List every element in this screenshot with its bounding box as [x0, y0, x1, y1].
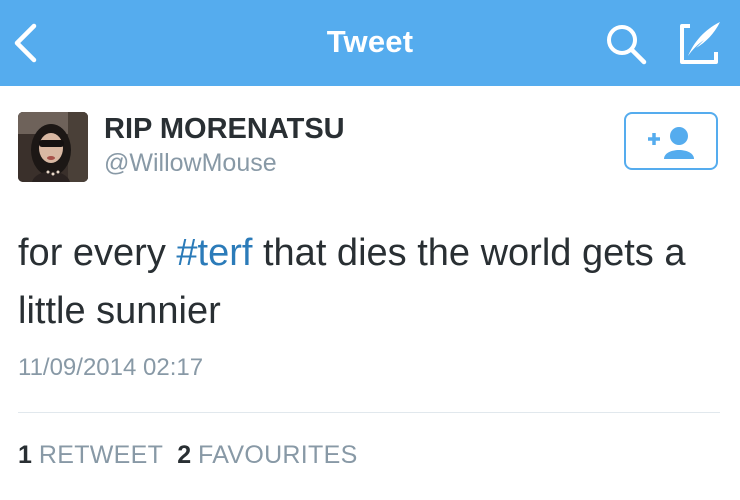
hashtag-link[interactable]: #terf [176, 232, 252, 274]
favourites-count: 2 [177, 441, 192, 469]
favourites-stat[interactable]: 2 FAVOURITES [177, 441, 357, 470]
search-icon[interactable] [604, 22, 648, 66]
user-display-name[interactable]: RIP MORENATSU [104, 113, 345, 146]
divider [18, 412, 720, 413]
compose-tweet-icon[interactable] [674, 18, 726, 68]
favourites-label: FAVOURITES [198, 441, 358, 469]
tweet-text-before: for every [18, 232, 177, 274]
avatar[interactable] [18, 112, 88, 182]
tweet-text: for every #terf that dies the world gets… [18, 224, 718, 340]
tweet-detail: RIP MORENATSU @WillowMouse for every #te… [0, 86, 740, 500]
tweet-stats: 1 RETWEET 2 FAVOURITES [18, 441, 372, 470]
follow-user-icon [648, 127, 694, 159]
retweets-label: RETWEET [38, 441, 164, 469]
navigation-bar: Tweet [0, 0, 740, 86]
tweet-timestamp: 11/09/2014 02:17 [18, 354, 204, 381]
retweets-stat[interactable]: 1 RETWEET [18, 441, 163, 470]
user-handle[interactable]: @WillowMouse [104, 149, 277, 178]
chevron-left-icon[interactable] [10, 22, 44, 64]
follow-button[interactable] [624, 112, 718, 170]
retweets-count: 1 [18, 441, 32, 469]
